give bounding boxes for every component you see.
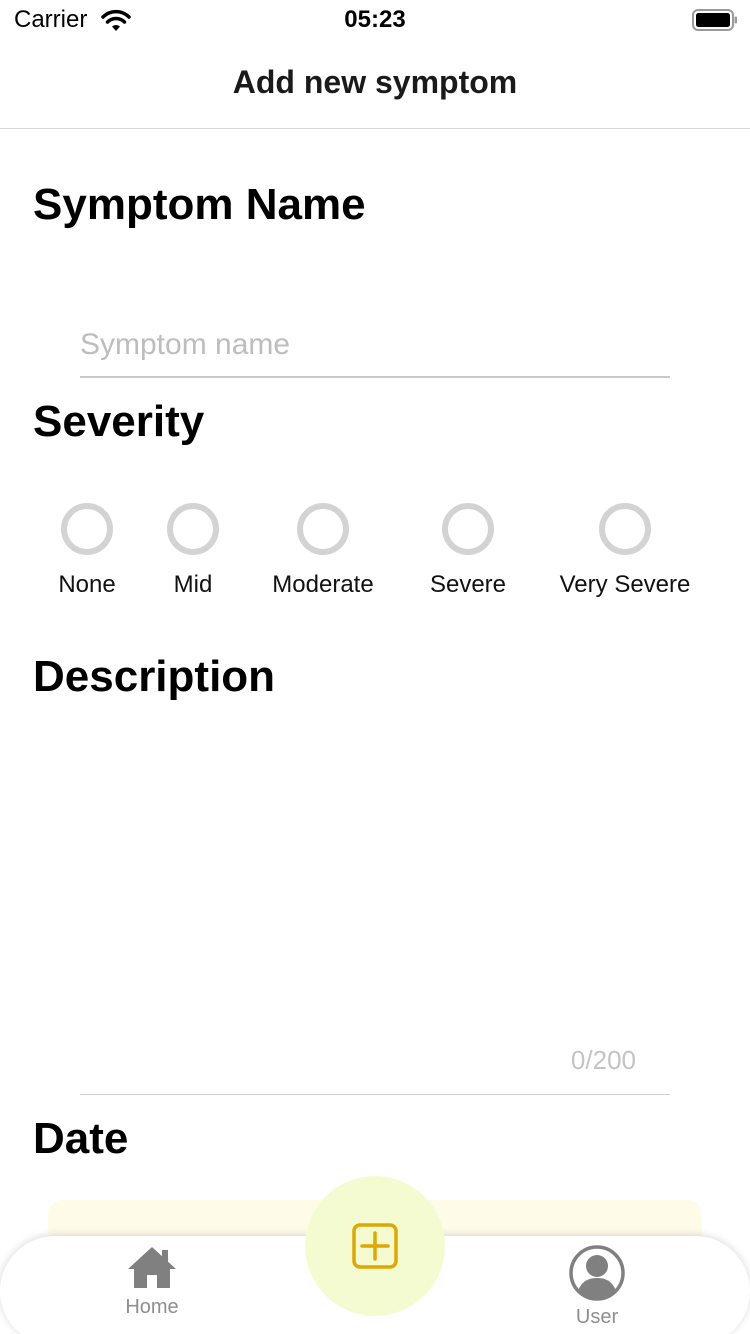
add-square-icon [352,1223,398,1269]
page-title: Add new symptom [232,64,518,100]
navigation-bar: Add new symptom [0,42,750,129]
radio-button[interactable] [167,503,219,555]
clock: 05:23 [344,6,406,33]
severity-option-none[interactable]: None [57,503,117,599]
severity-option-severe[interactable]: Severe [418,503,518,599]
severity-option-label: Severe [429,571,507,598]
tab-home[interactable]: Home [92,1244,212,1319]
symptom-name-heading: Symptom Name [33,180,366,229]
radio-button[interactable] [442,503,494,555]
severity-option-mid[interactable]: Mid [163,503,223,599]
severity-option-label: Mid [173,571,213,598]
add-symptom-button[interactable] [305,1176,445,1316]
date-heading: Date [33,1114,129,1163]
user-circle-icon [569,1245,625,1301]
battery-icon [692,9,737,31]
description-heading: Description [33,652,276,701]
status-bar: Carrier 05:23 [0,0,750,42]
severity-option-moderate[interactable]: Moderate [268,503,378,599]
radio-button[interactable] [61,503,113,555]
severity-option-label: Moderate [272,571,374,598]
severity-option-label: None [58,571,116,598]
symptom-name-input[interactable] [80,322,670,378]
severity-option-label: Very Severe [559,571,691,598]
home-icon [128,1247,176,1288]
radio-button[interactable] [297,503,349,555]
severity-option-very-severe[interactable]: Very Severe [555,503,695,599]
tab-home-label: Home [125,1296,179,1318]
radio-button[interactable] [599,503,651,555]
description-textarea[interactable]: 0/200 [80,720,670,1095]
character-counter: 0/200 [570,1045,636,1075]
tab-user[interactable]: User [537,1244,657,1329]
tab-user-label: User [575,1306,619,1328]
severity-heading: Severity [33,397,205,446]
